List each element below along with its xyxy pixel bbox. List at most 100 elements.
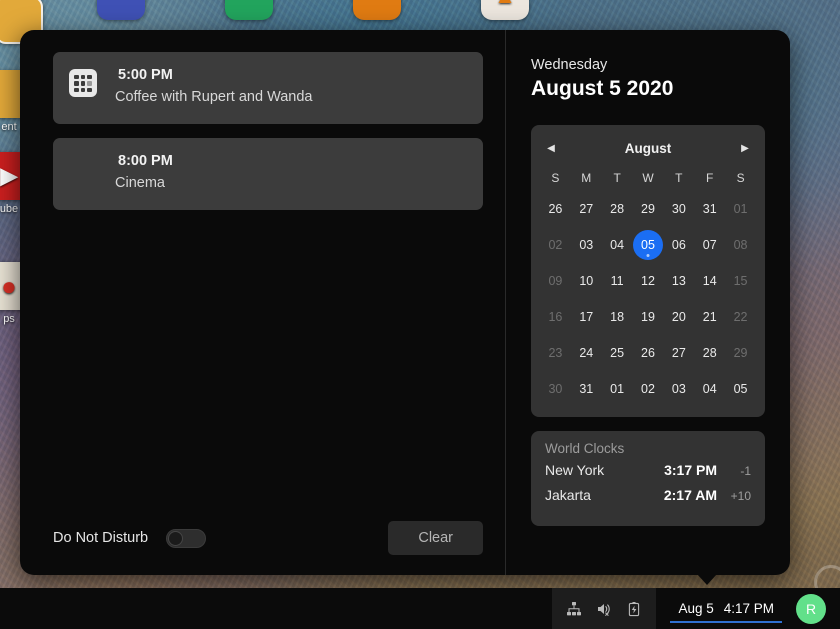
calendar-day[interactable]: 28 bbox=[694, 335, 725, 371]
calendar-day-label: 23 bbox=[548, 346, 563, 360]
world-clocks-widget: World Clocks New York 3:17 PM -1 Jakarta 2:1… bbox=[531, 431, 765, 526]
app-icon-green bbox=[225, 0, 273, 20]
calendar-day-label: 14 bbox=[702, 274, 717, 288]
taskbar: Aug 5 4:17 PM R bbox=[0, 588, 840, 629]
calendar-day[interactable]: 09 bbox=[540, 263, 571, 299]
calendar-day[interactable]: 04 bbox=[694, 371, 725, 407]
calendar-day-label: 31 bbox=[702, 202, 717, 216]
calendar-day-label: 21 bbox=[702, 310, 717, 324]
calendar-day-label: 03 bbox=[579, 238, 594, 252]
next-month-button[interactable]: ▶ bbox=[734, 137, 756, 159]
calendar-day-label: 27 bbox=[671, 346, 686, 360]
calendar-day-label: 16 bbox=[548, 310, 563, 324]
world-clock-time: 2:17 AM bbox=[663, 487, 717, 503]
desktop-icon-white[interactable]: ▲ bbox=[472, 0, 538, 23]
calendar-day[interactable]: 01 bbox=[602, 371, 633, 407]
calendar-day-label: 19 bbox=[641, 310, 655, 324]
clock-button[interactable]: Aug 5 4:17 PM bbox=[656, 588, 796, 629]
calendar-day-label: 25 bbox=[610, 346, 625, 360]
calendar-day[interactable]: 22 bbox=[725, 299, 756, 335]
network-icon[interactable] bbox=[566, 600, 582, 618]
calendar-day[interactable]: 05 bbox=[632, 227, 664, 263]
calendar-day-label: 27 bbox=[579, 202, 594, 216]
toggle-knob bbox=[168, 530, 184, 546]
calendar-day[interactable]: 08 bbox=[725, 227, 756, 263]
desktop-icon-orange[interactable] bbox=[344, 0, 410, 23]
calendar-day[interactable]: 18 bbox=[602, 299, 633, 335]
calendar-column: Wednesday August 5 2020 ◀ August ▶ S M T W T… bbox=[506, 30, 790, 575]
calendar-day-label: 04 bbox=[702, 382, 717, 396]
calendar-day[interactable]: 04 bbox=[602, 227, 633, 263]
do-not-disturb-label: Do Not Disturb bbox=[53, 530, 149, 546]
calendar-day[interactable]: 01 bbox=[725, 191, 756, 227]
calendar-day-label: 24 bbox=[579, 346, 594, 360]
notification-item[interactable]: 8:00 PM Cinema bbox=[53, 138, 483, 210]
calendar-day-label: 26 bbox=[548, 202, 563, 216]
calendar-day[interactable]: 30 bbox=[540, 371, 571, 407]
calendar-day[interactable]: 20 bbox=[663, 299, 694, 335]
calendar-day[interactable]: 07 bbox=[694, 227, 725, 263]
calendar-day-label: 15 bbox=[733, 274, 748, 288]
screen: ▲ ent ▶ ube ● ps 5:00 PM Coffee with Rup… bbox=[0, 0, 840, 629]
notification-body: 5:00 PM Coffee with Rupert and Wanda bbox=[115, 66, 467, 107]
calendar-day[interactable]: 23 bbox=[540, 335, 571, 371]
calendar-day[interactable]: 15 bbox=[725, 263, 756, 299]
calendar-day[interactable]: 11 bbox=[602, 263, 633, 299]
calendar-day[interactable]: 24 bbox=[571, 335, 602, 371]
notification-item[interactable]: 5:00 PM Coffee with Rupert and Wanda bbox=[53, 52, 483, 124]
calendar-day[interactable]: 14 bbox=[694, 263, 725, 299]
world-clock-offset: -1 bbox=[740, 464, 751, 478]
calendar-day-label: 13 bbox=[671, 274, 686, 288]
calendar-dow-0: S bbox=[551, 171, 560, 185]
user-avatar[interactable]: R bbox=[796, 593, 826, 624]
calendar-day-label: 03 bbox=[671, 382, 686, 396]
notification-time: 5:00 PM bbox=[118, 67, 173, 83]
world-clock-offset: +10 bbox=[730, 489, 751, 503]
active-indicator bbox=[670, 621, 782, 623]
calendar-day[interactable]: 17 bbox=[571, 299, 602, 335]
calendar-day[interactable]: 03 bbox=[663, 371, 694, 407]
calendar-day[interactable]: 26 bbox=[633, 335, 664, 371]
calendar-day[interactable]: 30 bbox=[663, 191, 694, 227]
world-clock-time: 3:17 PM bbox=[664, 462, 717, 478]
calendar-day[interactable]: 02 bbox=[633, 371, 664, 407]
calendar-day-label: 10 bbox=[579, 274, 594, 288]
calendar-day[interactable]: 29 bbox=[725, 335, 756, 371]
calendar-day[interactable]: 29 bbox=[633, 191, 664, 227]
calendar-day[interactable]: 27 bbox=[663, 335, 694, 371]
calendar-grid-icon bbox=[69, 69, 97, 97]
calendar-day[interactable]: 27 bbox=[571, 191, 602, 227]
calendar-day[interactable]: 12 bbox=[633, 263, 664, 299]
prev-month-button[interactable]: ◀ bbox=[540, 137, 562, 159]
calendar-day-label: 06 bbox=[671, 238, 686, 252]
calendar-day[interactable]: 16 bbox=[540, 299, 571, 335]
calendar-day-label: 11 bbox=[610, 274, 624, 288]
volume-muted-icon[interactable] bbox=[596, 600, 612, 618]
calendar-day-label: 26 bbox=[641, 346, 655, 360]
do-not-disturb-toggle[interactable] bbox=[166, 528, 207, 548]
calendar-day[interactable]: 13 bbox=[663, 263, 694, 299]
battery-charging-icon[interactable] bbox=[626, 600, 642, 618]
calendar-day-label: 28 bbox=[702, 346, 717, 360]
desktop-icon-blue[interactable] bbox=[88, 0, 154, 23]
calendar-day[interactable]: 02 bbox=[540, 227, 571, 263]
calendar-day[interactable]: 05 bbox=[725, 371, 756, 407]
calendar-day[interactable]: 19 bbox=[633, 299, 664, 335]
world-clock-row: New York 3:17 PM -1 bbox=[545, 462, 751, 487]
calendar-day[interactable]: 06 bbox=[663, 227, 694, 263]
calendar-day[interactable]: 31 bbox=[571, 371, 602, 407]
calendar-day[interactable]: 03 bbox=[571, 227, 602, 263]
calendar-day[interactable]: 21 bbox=[694, 299, 725, 335]
desktop-icon-green[interactable] bbox=[216, 0, 282, 23]
taskbar-date: Aug 5 bbox=[678, 601, 714, 616]
calendar-day[interactable]: 10 bbox=[571, 263, 602, 299]
calendar-day-label: 30 bbox=[671, 202, 686, 216]
app-icon-blue bbox=[97, 0, 145, 20]
calendar-day[interactable]: 28 bbox=[602, 191, 633, 227]
calendar-day[interactable]: 25 bbox=[602, 335, 633, 371]
calendar-day[interactable]: 31 bbox=[694, 191, 725, 227]
clear-button[interactable]: Clear bbox=[388, 521, 483, 555]
full-date-label: August 5 2020 bbox=[531, 77, 674, 100]
calendar-day-label: 18 bbox=[610, 310, 625, 324]
calendar-day[interactable]: 26 bbox=[540, 191, 571, 227]
